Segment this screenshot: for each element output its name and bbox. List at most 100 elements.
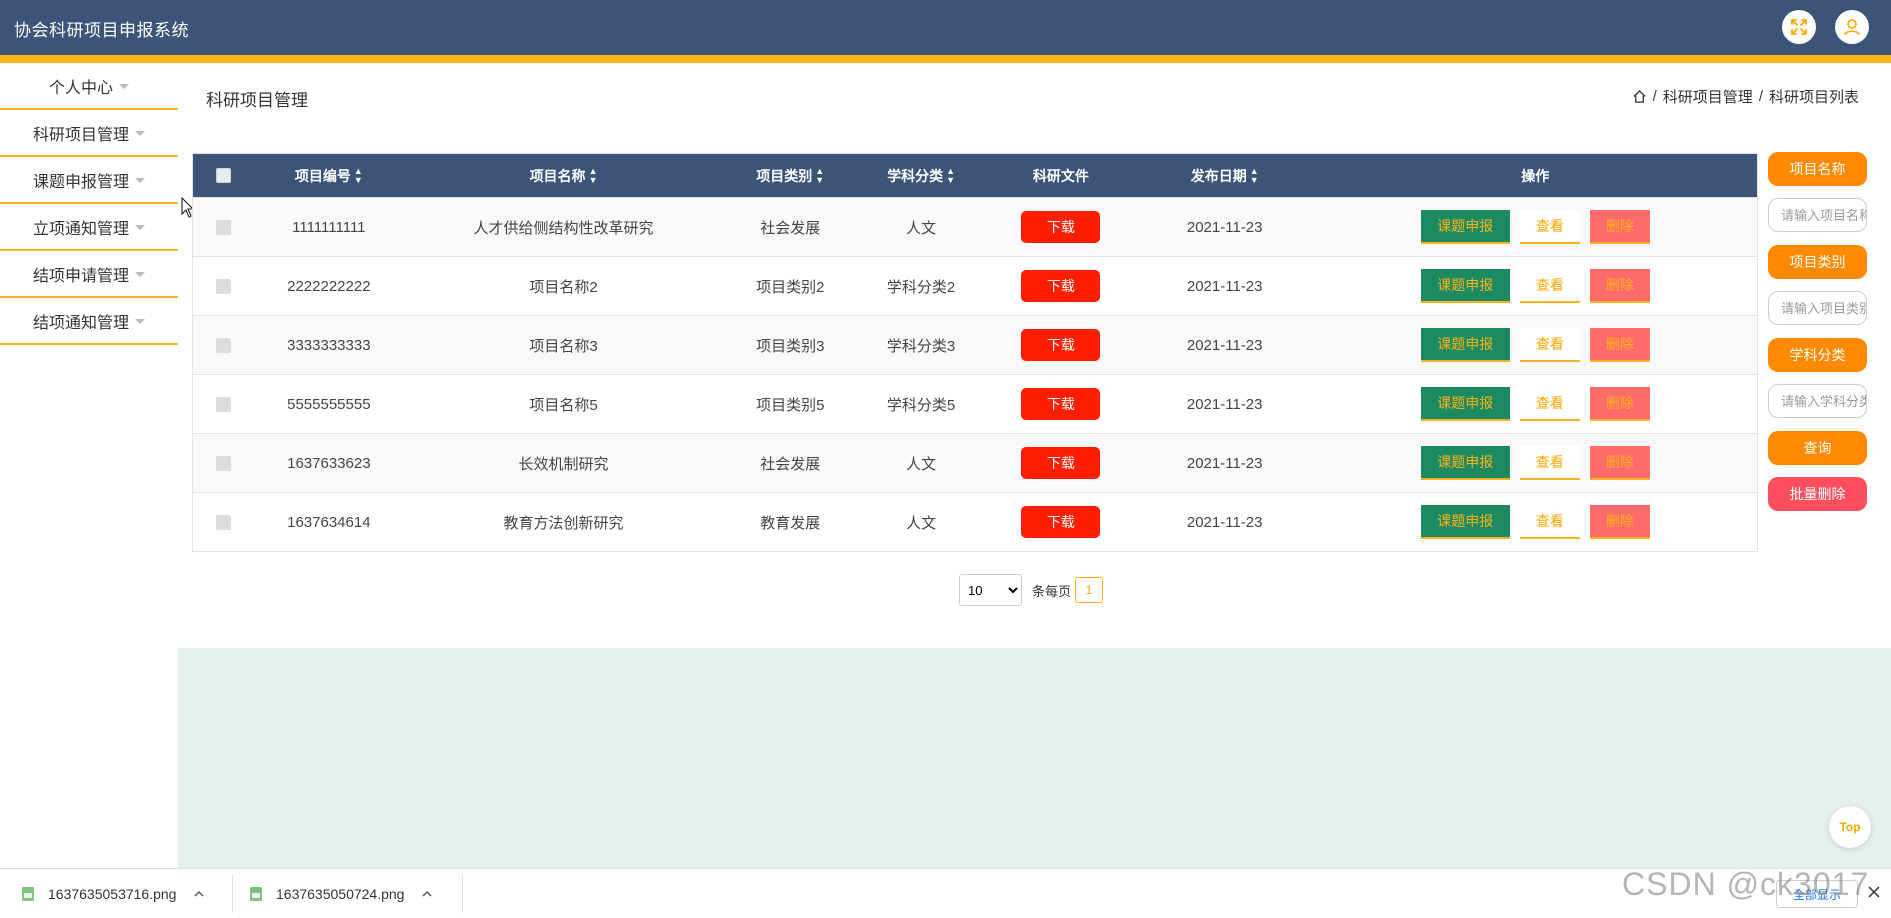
subject-category-input[interactable] [1768,384,1867,418]
query-button[interactable]: 查询 [1768,431,1867,465]
cell-name: 项目名称5 [529,396,598,414]
cell-category: 项目类别2 [756,278,825,296]
table-row: 1637633623 长效机制研究 社会发展 人文 下载 2021-11-23 … [193,433,1757,492]
breadcrumb-separator: / [1758,88,1763,105]
sidebar-item-label: 科研项目管理 [32,126,129,144]
home-icon[interactable] [1632,89,1647,104]
delete-button[interactable]: 删除 [1589,387,1650,421]
sort-icon: ▲ ▼ [1249,165,1259,185]
breadcrumb: / 科研项目管理 / 科研项目列表 [1632,86,1859,107]
cell-code: 1111111111 [292,218,366,236]
apply-topic-button[interactable]: 课题申报 [1420,505,1510,539]
sidebar-item-closing-application[interactable]: 结项申请管理 [0,251,178,298]
cell-date: 2021-11-23 [1186,218,1263,236]
download-item[interactable]: 1637635053716.png [20,869,204,918]
pagination: 10 条每页 1 [959,574,1104,606]
download-item[interactable]: 1637635050724.png [248,869,432,918]
cell-subject: 学科分类3 [886,337,956,355]
image-file-icon [250,887,262,901]
fullscreen-button[interactable] [1782,10,1816,44]
apply-topic-button[interactable]: 课题申报 [1420,210,1510,244]
chevron-up-icon[interactable] [422,889,432,899]
delete-button[interactable]: 删除 [1589,269,1650,303]
cell-category: 社会发展 [760,455,821,473]
row-checkbox[interactable] [216,337,232,353]
back-to-top-button[interactable]: Top [1829,806,1871,848]
view-button[interactable]: 查看 [1519,328,1580,362]
download-button[interactable]: 下载 [1021,447,1101,479]
cell-subject: 人文 [906,514,937,532]
per-page-label: 条每页 [1032,583,1072,599]
column-header-date[interactable]: 发布日期 ▲ ▼ [1136,154,1314,197]
view-button[interactable]: 查看 [1519,269,1580,303]
breadcrumb-item[interactable]: 科研项目管理 [1663,86,1753,107]
cell-category: 教育发展 [760,514,821,532]
image-file-icon [22,887,34,901]
row-checkbox[interactable] [216,455,232,471]
table-row: 1637634614 教育方法创新研究 教育发展 人文 下载 2021-11-2… [193,492,1757,551]
delete-button[interactable]: 删除 [1589,446,1650,480]
sidebar-item-topic-application[interactable]: 课题申报管理 [0,157,178,204]
page-number-button[interactable]: 1 [1075,577,1104,603]
chevron-up-icon[interactable] [194,889,204,899]
batch-delete-button[interactable]: 批量删除 [1768,477,1867,511]
fullscreen-icon [1791,19,1807,35]
download-separator [462,875,463,913]
project-name-input[interactable] [1768,198,1867,232]
view-button[interactable]: 查看 [1519,505,1580,539]
cell-subject: 学科分类5 [886,396,956,414]
row-checkbox[interactable] [216,278,232,294]
sidebar-item-closing-notice[interactable]: 结项通知管理 [0,298,178,345]
apply-topic-button[interactable]: 课题申报 [1420,446,1510,480]
delete-button[interactable]: 删除 [1589,210,1650,244]
view-button[interactable]: 查看 [1519,210,1580,244]
top-header: 协会科研项目申报系统 [0,0,1891,55]
user-button[interactable] [1835,10,1869,44]
download-button[interactable]: 下载 [1021,270,1101,302]
sidebar-item-project-management[interactable]: 科研项目管理 [0,110,178,157]
app-title: 协会科研项目申报系统 [14,21,189,40]
select-all-checkbox[interactable] [216,168,232,183]
download-button[interactable]: 下载 [1021,211,1101,243]
column-header-code[interactable]: 项目编号 ▲ ▼ [255,154,403,197]
apply-topic-button[interactable]: 课题申报 [1420,387,1510,421]
column-header-category[interactable]: 项目类别 ▲ ▼ [724,154,856,197]
apply-topic-button[interactable]: 课题申报 [1420,328,1510,362]
project-category-label: 项目类别 [1768,245,1867,279]
sidebar-item-label: 个人中心 [48,79,113,97]
sidebar: 个人中心 科研项目管理 课题申报管理 立项通知管理 结项申请管理 结项通知管理 [0,63,178,345]
column-header-subject[interactable]: 学科分类 ▲ ▼ [856,154,986,197]
delete-button[interactable]: 删除 [1589,328,1650,362]
cell-date: 2021-11-23 [1186,277,1263,295]
cell-code: 3333333333 [287,336,371,354]
view-button[interactable]: 查看 [1519,387,1580,421]
download-button[interactable]: 下载 [1021,388,1101,420]
sidebar-item-label: 结项通知管理 [32,314,129,332]
sidebar-item-approval-notice[interactable]: 立项通知管理 [0,204,178,251]
cell-code: 1637634614 [287,513,371,531]
search-panel: 项目名称 项目类别 学科分类 查询 批量删除 [1768,152,1867,511]
sort-icon: ▲ ▼ [815,165,825,185]
table-row: 2222222222 项目名称2 项目类别2 学科分类2 下载 2021-11-… [193,256,1757,315]
cell-date: 2021-11-23 [1186,454,1263,472]
table-body: 1111111111 人才供给侧结构性改革研究 社会发展 人文 下载 2021-… [193,197,1757,551]
sidebar-item-personal-center[interactable]: 个人中心 [0,63,178,110]
row-checkbox[interactable] [216,219,232,235]
delete-button[interactable]: 删除 [1589,505,1650,539]
view-button[interactable]: 查看 [1519,446,1580,480]
cell-code: 2222222222 [287,277,371,295]
download-button[interactable]: 下载 [1021,506,1101,538]
project-category-input[interactable] [1768,291,1867,325]
column-header-actions: 操作 [1521,167,1550,184]
sidebar-item-label: 结项申请管理 [32,267,129,285]
caret-down-icon [135,131,145,136]
download-filename: 1637635053716.png [48,886,177,902]
page-size-select[interactable]: 10 [959,574,1022,606]
column-header-name[interactable]: 项目名称 ▲ ▼ [403,154,725,197]
download-button[interactable]: 下载 [1021,329,1101,361]
row-checkbox[interactable] [216,514,232,530]
download-filename: 1637635050724.png [276,886,405,902]
row-checkbox[interactable] [216,396,232,412]
sort-icon: ▲ ▼ [588,165,598,185]
apply-topic-button[interactable]: 课题申报 [1420,269,1510,303]
